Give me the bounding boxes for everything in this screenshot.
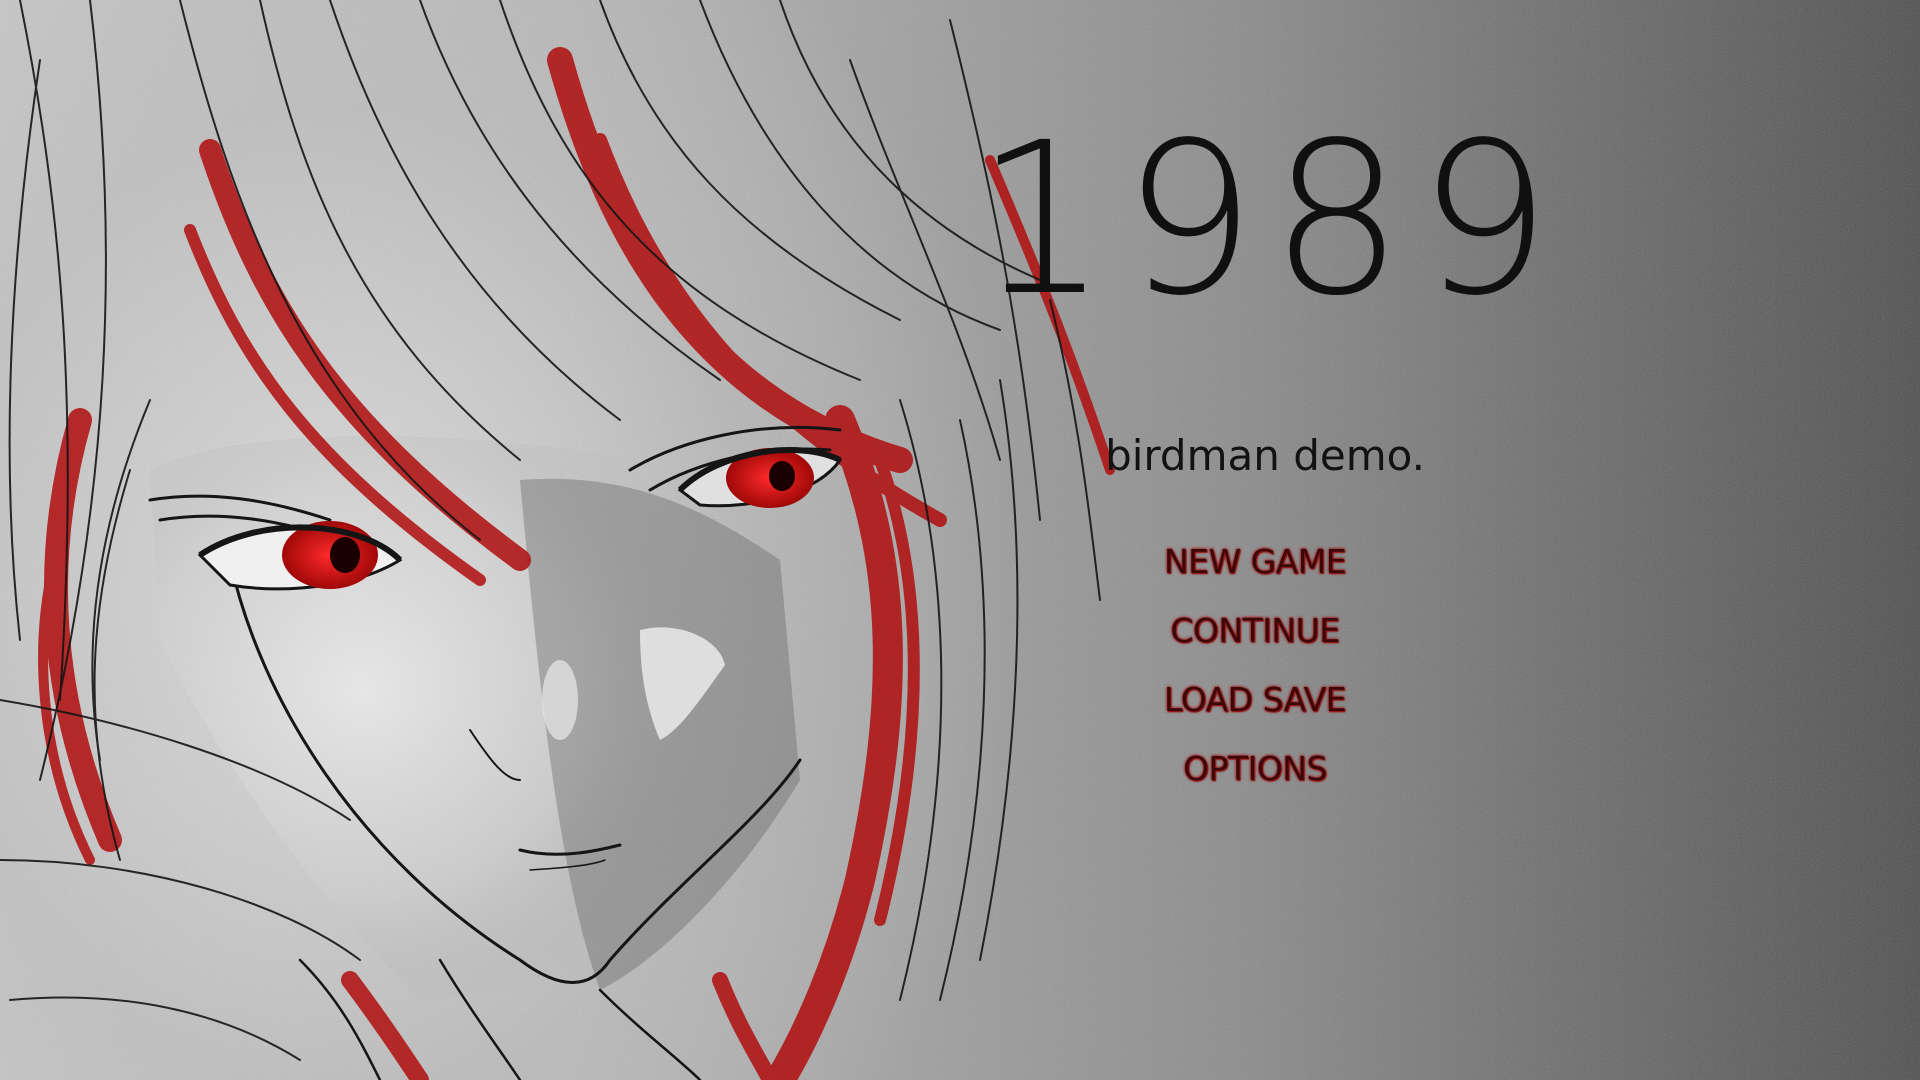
character-illustration bbox=[0, 0, 1115, 1080]
load-save-button[interactable]: LOAD SAVE bbox=[1105, 674, 1405, 743]
title-screen: 1989 birdman demo. NEW GAME CONTINUE LOA… bbox=[0, 0, 1920, 1080]
new-game-button[interactable]: NEW GAME bbox=[1105, 536, 1405, 605]
main-menu: NEW GAME CONTINUE LOAD SAVE OPTIONS bbox=[1105, 536, 1405, 812]
game-title: 1989 bbox=[974, 97, 1566, 342]
cheek-highlight bbox=[542, 660, 578, 740]
continue-button[interactable]: CONTINUE bbox=[1105, 605, 1405, 674]
right-eye bbox=[677, 447, 843, 508]
options-button[interactable]: OPTIONS bbox=[1105, 743, 1405, 812]
game-subtitle: birdman demo. bbox=[1105, 431, 1425, 480]
